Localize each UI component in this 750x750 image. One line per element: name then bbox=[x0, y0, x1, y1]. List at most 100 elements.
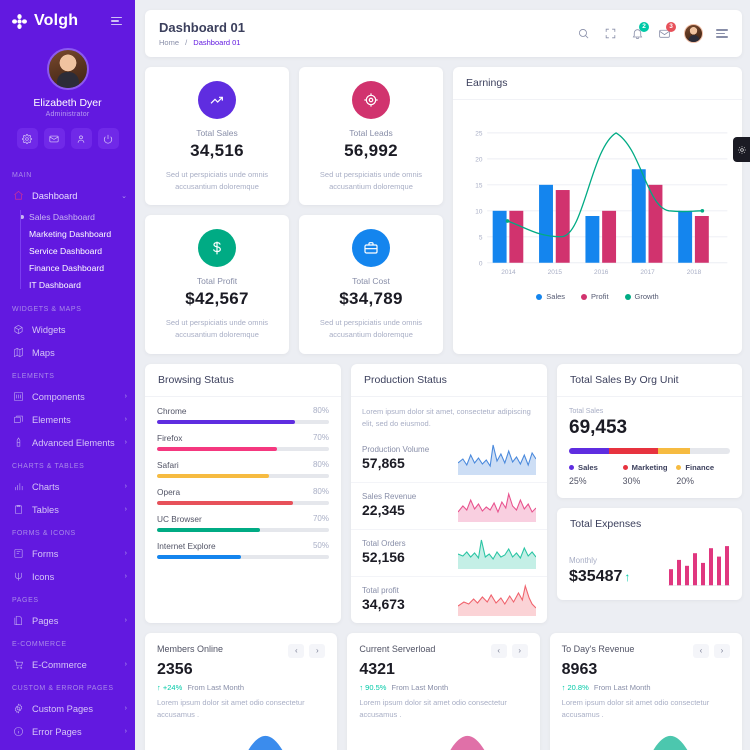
production-metric-value: 34,673 bbox=[362, 595, 405, 612]
breadcrumb-home[interactable]: Home bbox=[159, 38, 179, 47]
topbar-menu-icon[interactable] bbox=[716, 29, 728, 38]
sidebar-section-title: MAIN bbox=[12, 172, 32, 179]
org-segment-marketing bbox=[609, 447, 658, 454]
search-icon[interactable] bbox=[576, 27, 590, 41]
sidebar-subitem-sales-dashboard[interactable]: Sales Dashboard bbox=[0, 208, 135, 225]
stat-card-total-cost: Total Cost $34,789 Sed ut perspiciatis u… bbox=[299, 215, 443, 354]
sidebar-item-ecommerce[interactable]: E-Commerce › bbox=[0, 653, 135, 676]
sidebar-subitem-label: Service Dashboard bbox=[29, 245, 103, 256]
total-expenses-body: Monthly $35487 ↑ bbox=[557, 540, 742, 600]
sidebar-menu: MAIN Dashboard ⌄ Sales Dashboard Marketi… bbox=[0, 163, 135, 743]
chevron-right-icon: › bbox=[124, 416, 127, 423]
sidebar-section-title: CUSTOM & ERROR PAGES bbox=[12, 685, 114, 692]
layers-icon bbox=[12, 413, 25, 426]
sidebar-subitem-marketing-dashboard[interactable]: Marketing Dashboard bbox=[0, 225, 135, 242]
user-avatar[interactable] bbox=[684, 24, 703, 43]
stat-value: 34,516 bbox=[190, 141, 244, 160]
mail-badge: 3 bbox=[666, 21, 676, 32]
browser-name: UC Browser bbox=[157, 513, 202, 524]
sidebar-item-custom-pages[interactable]: Custom Pages › bbox=[0, 697, 135, 720]
sidebar-item-components[interactable]: Components › bbox=[0, 385, 135, 408]
sidebar-section-title: WIDGETS & MAPS bbox=[12, 306, 82, 313]
stats-and-earnings-row: Total Sales 34,516 Sed ut perspiciatis u… bbox=[145, 67, 742, 354]
sparkline-volume bbox=[457, 441, 537, 475]
sidebar-item-label: Charts bbox=[32, 481, 60, 492]
prev-button[interactable]: ‹ bbox=[288, 643, 305, 658]
sidebar-item-widgets[interactable]: Widgets bbox=[0, 318, 135, 341]
next-button[interactable]: › bbox=[309, 643, 326, 658]
quick-action-gear[interactable] bbox=[16, 128, 38, 149]
area-cards-row: Members Online ‹ › 2356 ↑ +24% From Last… bbox=[145, 632, 742, 750]
sidebar-item-advanced-elements[interactable]: Advanced Elements › bbox=[0, 431, 135, 454]
browsing-row-internet-explore: Internet Explore 50% bbox=[157, 541, 329, 559]
right-column: Total Sales By Org Unit Total Sales 69,4… bbox=[557, 363, 742, 623]
org-segment-sales bbox=[569, 447, 610, 454]
delta-value: 20.8% bbox=[567, 682, 589, 692]
quick-action-mail[interactable] bbox=[43, 128, 65, 149]
progress-track bbox=[157, 419, 329, 424]
stat-description: Sed ut perspiciatis unde omnis accusanti… bbox=[319, 170, 423, 191]
browser-name: Firefox bbox=[157, 432, 183, 443]
org-legend-value: 25% bbox=[569, 475, 587, 486]
avatar[interactable] bbox=[46, 48, 89, 90]
prev-button[interactable]: ‹ bbox=[490, 643, 507, 658]
sidebar-brand[interactable]: Volgh bbox=[0, 0, 135, 38]
card-nav: ‹ › bbox=[288, 643, 326, 658]
trend-up-arrow-icon: ↑ bbox=[359, 682, 364, 692]
sidebar-item-dashboard[interactable]: Dashboard ⌄ bbox=[0, 184, 135, 207]
browser-pct: 80% bbox=[312, 405, 329, 415]
sidebar-item-charts[interactable]: Charts › bbox=[0, 475, 135, 498]
notifications-icon[interactable]: 2 bbox=[630, 21, 649, 41]
prev-button[interactable]: ‹ bbox=[692, 643, 709, 658]
progress-track bbox=[157, 554, 329, 559]
sidebar-subitem-service-dashboard[interactable]: Service Dashboard bbox=[0, 242, 135, 259]
production-row-orders: Total Orders 52,156 bbox=[351, 530, 547, 577]
sidebar-subitem-label: Finance Dashboard bbox=[29, 262, 105, 273]
svg-text:2016: 2016 bbox=[594, 269, 609, 276]
production-metric-name: Production Volume bbox=[362, 444, 430, 454]
sidebar-item-icons[interactable]: Icons › bbox=[0, 565, 135, 588]
components-icon bbox=[12, 390, 25, 403]
production-metric-name: Total Orders bbox=[362, 538, 406, 548]
next-button[interactable]: › bbox=[713, 643, 730, 658]
sidebar-item-error-pages[interactable]: Error Pages › bbox=[0, 720, 135, 743]
sidebar-item-tables[interactable]: Tables › bbox=[0, 498, 135, 521]
stat-value: $42,567 bbox=[185, 289, 249, 309]
chevron-right-icon: › bbox=[124, 705, 127, 712]
browser-name: Opera bbox=[157, 486, 181, 497]
sidebar-item-elements[interactable]: Elements › bbox=[0, 408, 135, 431]
sidebar-item-pages[interactable]: Pages › bbox=[0, 609, 135, 632]
sidebar-quick-actions bbox=[0, 128, 135, 149]
next-button[interactable]: › bbox=[511, 643, 528, 658]
dashboard-app: Volgh Elizabeth Dyer Administrator MAIN … bbox=[0, 0, 750, 750]
sidebar: Volgh Elizabeth Dyer Administrator MAIN … bbox=[0, 0, 135, 750]
secondary-row: Browsing Status Chrome 80% Firefox 70% Saf… bbox=[145, 363, 742, 623]
fullscreen-icon[interactable] bbox=[603, 27, 617, 41]
sidebar-subitem-finance-dashboard[interactable]: Finance Dashboard bbox=[0, 259, 135, 276]
sidebar-subitem-it-dashboard[interactable]: IT Dashboard bbox=[0, 276, 135, 293]
org-legend-label: Sales bbox=[578, 462, 598, 472]
sidebar-toggle-icon[interactable] bbox=[111, 16, 125, 26]
delta-value: 90.5% bbox=[365, 682, 387, 692]
mail-icon[interactable]: 3 bbox=[657, 21, 676, 41]
todays-revenue-area-chart bbox=[550, 724, 742, 750]
trident-icon bbox=[12, 570, 25, 583]
sidebar-item-maps[interactable]: Maps bbox=[0, 341, 135, 364]
stat-card-total-profit: Total Profit $42,567 Sed ut perspiciatis… bbox=[145, 215, 289, 354]
progress-fill bbox=[157, 527, 261, 532]
trend-up-arrow-icon: ↑ bbox=[561, 682, 566, 692]
org-segment-finance bbox=[657, 447, 690, 454]
quick-action-user[interactable] bbox=[70, 128, 92, 149]
theme-settings-toggle[interactable] bbox=[733, 137, 750, 162]
sidebar-item-forms[interactable]: Forms › bbox=[0, 542, 135, 565]
svg-text:2018: 2018 bbox=[687, 269, 702, 276]
card-delta: ↑ +24% From Last Month bbox=[157, 683, 325, 692]
page-title: Dashboard 01 bbox=[159, 20, 245, 35]
sidebar-section-title: ELEMENTS bbox=[12, 373, 55, 380]
sidebar-item-label: Icons bbox=[32, 571, 55, 582]
legend-item-profit: Profit bbox=[581, 292, 609, 301]
earnings-chart-svg: 0 5 10 15 20 25 2014 2015 2016 2017 2018 bbox=[475, 131, 728, 276]
expenses-bar-chart bbox=[668, 544, 730, 586]
quick-action-power[interactable] bbox=[97, 128, 119, 149]
org-legend-sales: Sales 25% bbox=[569, 463, 623, 486]
